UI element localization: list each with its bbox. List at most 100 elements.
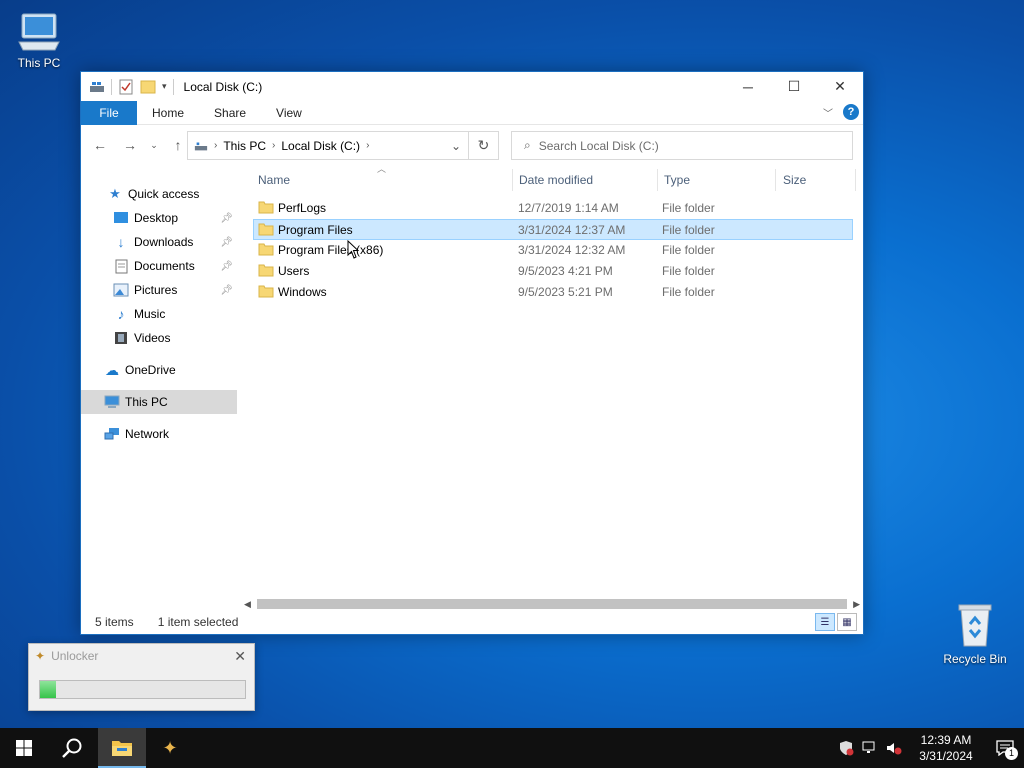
- customize-toolbar-icon[interactable]: ▾: [162, 81, 167, 92]
- details-view-button[interactable]: ☰: [815, 613, 835, 631]
- status-bar: 5 items 1 item selected ☰ ▦: [81, 610, 863, 634]
- minimize-button[interactable]: ─: [725, 72, 771, 101]
- drive-icon: [194, 142, 208, 150]
- notification-badge: 1: [1005, 747, 1018, 760]
- pin-icon[interactable]: 📌︎: [220, 213, 233, 224]
- forward-button[interactable]: →: [119, 134, 141, 156]
- pictures-icon: [113, 282, 129, 298]
- close-icon[interactable]: ✕: [234, 648, 246, 665]
- column-type[interactable]: Type: [664, 173, 690, 187]
- address-bar[interactable]: › This PC › Local Disk (C:) › ⌄: [187, 131, 469, 160]
- downloads-icon: ↓: [117, 234, 125, 250]
- pin-icon[interactable]: 📌︎: [220, 261, 233, 272]
- nav-downloads[interactable]: ↓ Downloads 📌︎: [81, 230, 237, 254]
- scrollbar-thumb[interactable]: [257, 599, 847, 609]
- expand-ribbon-icon[interactable]: ﹀: [823, 105, 833, 120]
- sort-ascending-icon: ︿: [377, 164, 387, 174]
- breadcrumb-this-pc[interactable]: This PC: [223, 139, 266, 153]
- column-headers: ︿ Name Date modified Type Size: [237, 164, 863, 196]
- search-button[interactable]: [48, 728, 96, 768]
- nav-videos[interactable]: Videos: [81, 326, 237, 350]
- maximize-button[interactable]: ☐: [771, 72, 817, 101]
- nav-this-pc[interactable]: This PC: [81, 390, 237, 414]
- desktop-icon-label: This PC: [17, 56, 61, 70]
- network-icon[interactable]: [858, 741, 882, 755]
- recycle-bin-icon: [958, 604, 992, 647]
- desktop-icon-this-pc[interactable]: This PC: [1, 10, 77, 70]
- item-count: 5 items: [95, 615, 134, 629]
- star-icon: ★: [109, 186, 121, 201]
- taskbar-unlocker[interactable]: ✦: [146, 728, 194, 768]
- system-tray: 12:39 AM 3/31/2024 1: [834, 728, 1024, 768]
- start-button[interactable]: [0, 728, 48, 768]
- security-icon[interactable]: [834, 740, 858, 756]
- clock[interactable]: 12:39 AM 3/31/2024: [914, 732, 978, 764]
- file-row-perflogs[interactable]: PerfLogs 12/7/2019 1:14 AM File folder: [254, 198, 852, 219]
- action-center-button[interactable]: 1: [986, 728, 1024, 768]
- desktop-folder-icon: [113, 210, 129, 226]
- quick-access-toolbar: ▾: [81, 78, 174, 95]
- tab-share[interactable]: Share: [199, 101, 261, 125]
- column-date-modified[interactable]: Date modified: [519, 173, 593, 187]
- column-size[interactable]: Size: [783, 173, 806, 187]
- unlocker-title-bar[interactable]: ✦ Unlocker ✕: [29, 644, 254, 668]
- nav-desktop[interactable]: Desktop 📌︎: [81, 206, 237, 230]
- help-icon[interactable]: ?: [843, 104, 859, 120]
- volume-muted-icon[interactable]: [882, 741, 906, 755]
- folder-icon: [258, 243, 274, 256]
- nav-onedrive[interactable]: ☁ OneDrive: [81, 358, 237, 382]
- unlocker-progress-bar: [39, 680, 246, 699]
- mouse-cursor-icon: [347, 240, 360, 259]
- search-input[interactable]: ⌕ Search Local Disk (C:): [511, 131, 853, 160]
- file-row-program-files-x86[interactable]: Program Files (x86) 3/31/2024 12:32 AM F…: [254, 240, 852, 261]
- title-bar[interactable]: ▾ Local Disk (C:) ─ ☐ ✕: [81, 72, 863, 101]
- clock-date: 3/31/2024: [919, 749, 973, 763]
- close-button[interactable]: ✕: [817, 72, 863, 101]
- column-name[interactable]: Name: [258, 173, 290, 187]
- network-icon: [104, 426, 120, 442]
- nav-quick-access[interactable]: ★ Quick access: [81, 182, 237, 206]
- music-icon: ♪: [117, 306, 125, 322]
- clock-time: 12:39 AM: [920, 733, 972, 747]
- breadcrumb-local-disk[interactable]: Local Disk (C:): [281, 139, 360, 153]
- taskbar-file-explorer[interactable]: [98, 728, 146, 768]
- desktop-icon-recycle-bin[interactable]: Recycle Bin: [937, 602, 1013, 666]
- file-row-windows[interactable]: Windows 9/5/2023 5:21 PM File folder: [254, 282, 852, 303]
- progress-fill: [40, 681, 57, 698]
- cloud-icon: ☁: [105, 361, 119, 378]
- up-button[interactable]: ↑: [167, 134, 189, 156]
- large-icons-view-button[interactable]: ▦: [837, 613, 857, 631]
- magic-wand-icon: ✦: [162, 737, 178, 758]
- tab-file[interactable]: File: [81, 100, 137, 125]
- tab-view[interactable]: View: [261, 101, 317, 125]
- unlocker-title: Unlocker: [51, 649, 99, 663]
- desktop-icon-label: Recycle Bin: [943, 652, 1007, 666]
- folder-icon: [258, 223, 274, 236]
- explorer-window: ▾ Local Disk (C:) ─ ☐ ✕ File Home Share …: [80, 71, 864, 635]
- new-folder-icon[interactable]: [140, 79, 156, 95]
- documents-icon: [113, 258, 129, 274]
- magic-wand-icon: ✦: [35, 649, 46, 663]
- refresh-button[interactable]: ↻: [469, 131, 499, 160]
- recent-locations-icon[interactable]: ⌄: [149, 134, 159, 156]
- nav-pictures[interactable]: Pictures 📌︎: [81, 278, 237, 302]
- computer-icon: [18, 13, 60, 51]
- selection-count: 1 item selected: [157, 615, 239, 629]
- nav-music[interactable]: ♪ Music: [81, 302, 237, 326]
- properties-icon[interactable]: [118, 79, 134, 95]
- taskbar: ✦ 12:39 AM 3/31/2024 1: [0, 728, 1024, 768]
- windows-logo-icon: [16, 740, 32, 756]
- computer-icon: [104, 394, 120, 410]
- drive-icon: [90, 81, 104, 92]
- pin-icon[interactable]: 📌︎: [220, 285, 233, 296]
- address-dropdown-icon[interactable]: ⌄: [444, 132, 468, 159]
- pin-icon[interactable]: 📌︎: [220, 237, 233, 248]
- file-row-users[interactable]: Users 9/5/2023 4:21 PM File folder: [254, 261, 852, 282]
- tab-home[interactable]: Home: [137, 101, 199, 125]
- nav-network[interactable]: Network: [81, 422, 237, 446]
- nav-documents[interactable]: Documents 📌︎: [81, 254, 237, 278]
- videos-icon: [113, 330, 129, 346]
- folder-icon: [258, 264, 274, 277]
- back-button[interactable]: ←: [89, 134, 111, 156]
- file-row-program-files[interactable]: Program Files 3/31/2024 12:37 AM File fo…: [253, 219, 853, 240]
